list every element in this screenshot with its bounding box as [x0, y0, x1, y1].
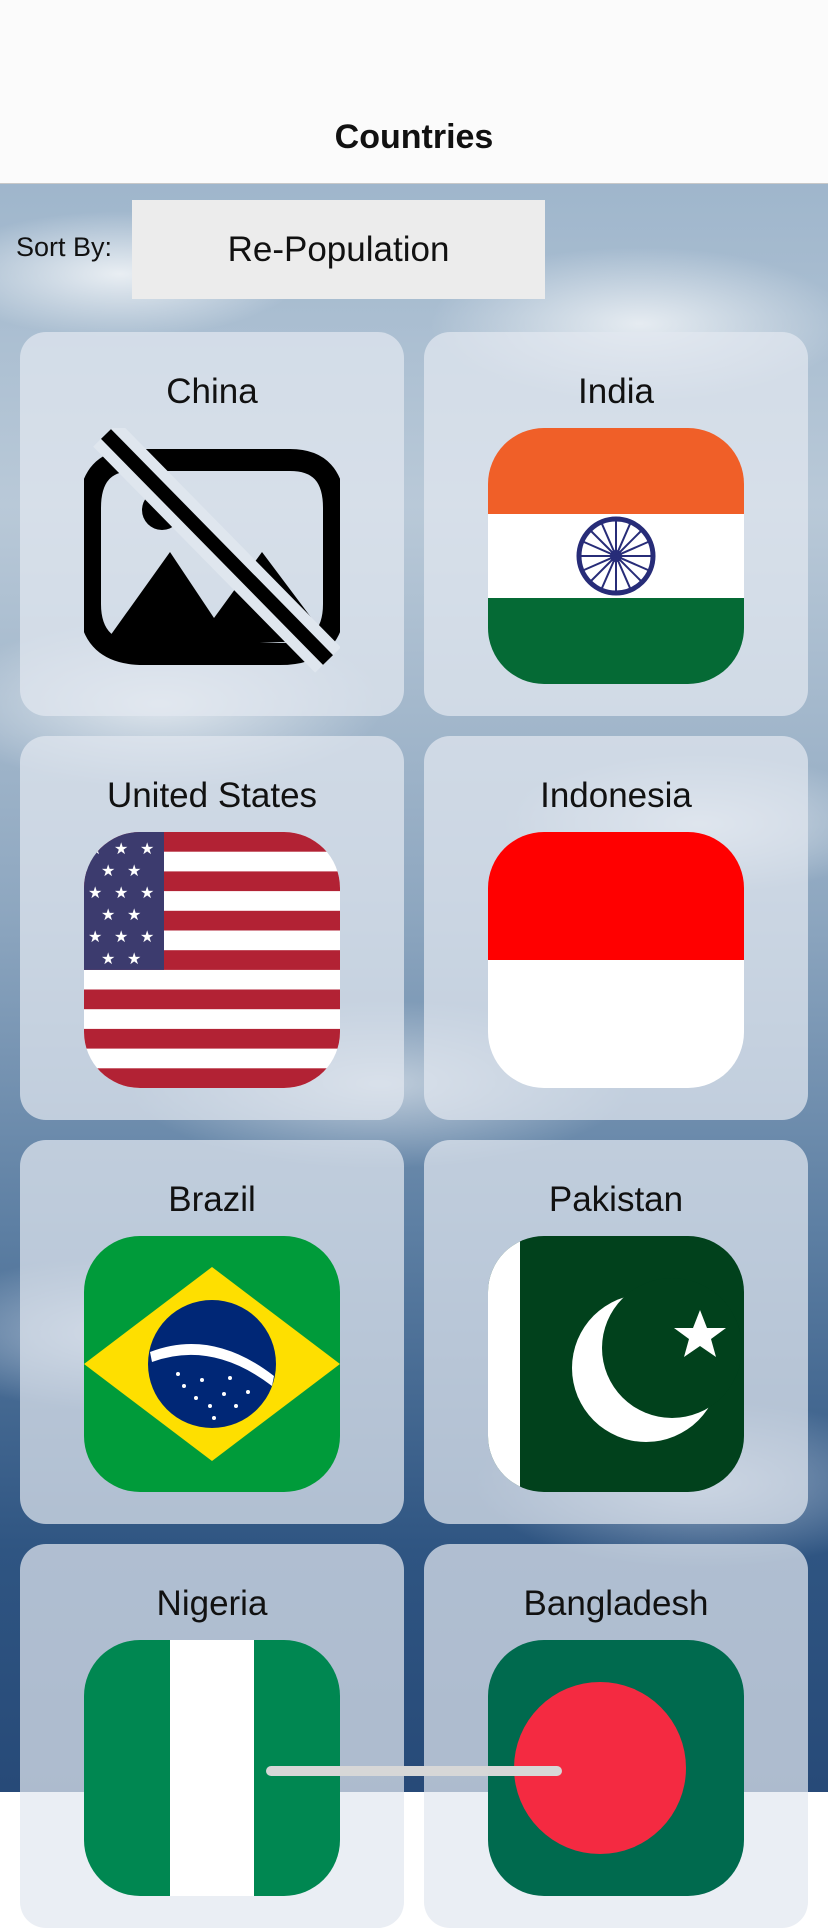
country-card-indonesia[interactable]: Indonesia: [424, 736, 808, 1120]
svg-text:★: ★: [114, 883, 128, 902]
home-indicator[interactable]: [266, 1766, 562, 1776]
svg-text:★: ★: [140, 927, 154, 946]
country-card-united-states[interactable]: United States ★ ★ ★ ★ ★ ★ ★ ★ ★ ★ ★ ★ ★ ★ ★: [20, 736, 404, 1120]
svg-text:★: ★: [88, 839, 102, 858]
country-card-china[interactable]: China: [20, 332, 404, 716]
pakistan-flag: [488, 1236, 744, 1492]
country-name: Brazil: [168, 1180, 256, 1219]
sort-option-button[interactable]: Re-Population: [132, 200, 545, 299]
svg-text:★: ★: [127, 861, 141, 880]
svg-text:★: ★: [140, 883, 154, 902]
united-states-flag: ★ ★ ★ ★ ★ ★ ★ ★ ★ ★ ★ ★ ★ ★ ★: [84, 832, 340, 1088]
country-name: Indonesia: [540, 776, 692, 815]
sort-by-label: Sort By:: [16, 232, 113, 262]
svg-text:★: ★: [88, 883, 102, 902]
page-title: Countries: [334, 118, 494, 156]
brazil-flag: [84, 1236, 340, 1492]
svg-text:★: ★: [101, 905, 115, 924]
country-name: Nigeria: [156, 1584, 268, 1623]
country-name: China: [166, 372, 258, 411]
svg-text:★: ★: [140, 839, 154, 858]
svg-text:★: ★: [101, 861, 115, 880]
svg-text:★: ★: [127, 949, 141, 968]
country-card-india[interactable]: India: [424, 332, 808, 716]
country-card-bangladesh[interactable]: Bangladesh: [424, 1544, 808, 1928]
svg-text:★: ★: [101, 949, 115, 968]
svg-text:★: ★: [88, 927, 102, 946]
svg-text:★: ★: [114, 927, 128, 946]
country-name: United States: [106, 776, 318, 815]
country-name: Bangladesh: [523, 1584, 709, 1623]
india-flag: [488, 428, 744, 684]
country-card-nigeria[interactable]: Nigeria: [20, 1544, 404, 1928]
country-name: India: [578, 372, 654, 411]
indonesia-flag: [488, 832, 744, 1088]
country-name: Pakistan: [548, 1180, 684, 1219]
country-card-brazil[interactable]: Brazil: [20, 1140, 404, 1524]
svg-text:★: ★: [127, 905, 141, 924]
country-card-pakistan[interactable]: Pakistan: [424, 1140, 808, 1524]
navigation-bar: Countries: [0, 0, 828, 184]
image-unavailable-icon: [84, 428, 340, 684]
svg-text:★: ★: [114, 839, 128, 858]
